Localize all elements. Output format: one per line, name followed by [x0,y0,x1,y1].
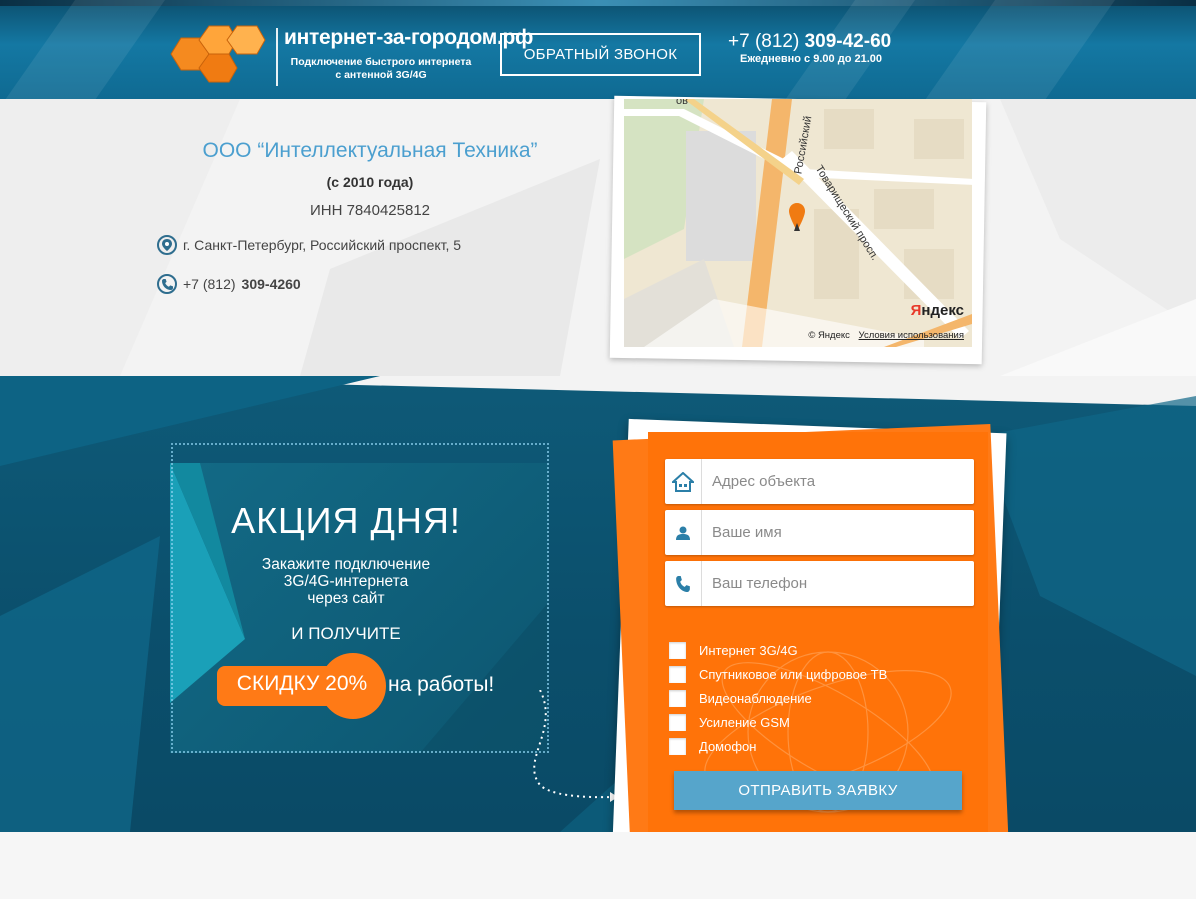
hours-from-word: с [804,53,811,65]
address-input[interactable] [702,459,974,504]
logo-separator [276,28,278,86]
working-hours: Ежедневно с 9.00 до 21.00 [740,53,882,65]
user-icon [665,510,702,555]
phone-prefix: +7 (812) [728,31,800,52]
service-option-intercom[interactable]: Домофон [669,734,887,758]
services-checklist: Интернет 3G/4G Спутниковое или цифровое … [669,638,887,758]
yandex-logo-rest: ндекс [921,302,964,319]
hours-from: 9.00 [813,53,835,65]
address-field[interactable] [665,459,974,504]
checkbox[interactable] [669,713,686,731]
map-street-label: ов [676,99,688,107]
contact-section: ООО “Интеллектуальная Техника” (с 2010 г… [0,99,1196,376]
service-option-label: Спутниковое или цифровое ТВ [699,666,888,682]
phone-icon [157,274,177,294]
hours-to: 21.00 [854,53,883,65]
promo-line-2: 3G/4G-интернета [283,573,409,590]
promo-title: АКЦИЯ ДНЯ! [231,500,461,541]
hours-prefix: Ежедневно [740,53,801,65]
checkbox[interactable] [669,665,686,683]
service-option-cctv[interactable]: Видеонаблюдение [669,686,887,710]
company-since: (с 2010 года) [326,174,414,190]
phone-field[interactable] [665,561,974,606]
callback-button[interactable]: ОБРАТНЫЙ ЗВОНОК [500,33,701,76]
page-bottom [0,832,1196,899]
map-credit: © Яндекс Условия использования [808,330,964,341]
promo-description: Закажите подключение 3G/4G-интернета чер… [168,556,524,607]
map-copyright: © Яндекс [808,330,850,341]
header-phone[interactable]: +7 (812) 309-42-60 [728,31,891,53]
map-terms-link[interactable]: Условия использования [859,330,964,341]
site-name[interactable]: интернет-за-городом.рф [284,26,533,50]
checkbox[interactable] [669,737,686,755]
location-pin-icon [157,235,177,255]
house-icon [665,459,702,504]
checkbox[interactable] [669,641,686,659]
promo-line-1: Закажите подключение [261,556,431,573]
yandex-logo-first-letter: Я [910,302,922,319]
promo-line-3: через сайт [307,590,385,607]
phone-number: 309-42-60 [804,31,892,52]
tagline-line-2: с антенной 3G/4G [335,69,427,81]
header-decor [0,0,180,99]
discount-text: СКИДКУ 20% [236,672,368,695]
submit-request-button[interactable]: ОТПРАВИТЬ ЗАЯВКУ [674,771,962,810]
service-option-label: Видеонаблюдение [699,690,812,706]
yandex-logo: Яндекс [911,302,964,319]
discount-tail-text: на работы! [388,673,495,696]
service-option-label: Усиление GSM [699,714,790,730]
name-field[interactable] [665,510,974,555]
hours-to-word: до [837,53,852,65]
phone-handset-icon [665,561,702,606]
service-option-internet[interactable]: Интернет 3G/4G [669,638,887,662]
site-tagline: Подключение быстрого интернета с антенно… [284,56,478,82]
contact-phone-number: 309-4260 [241,276,301,292]
yandex-map[interactable]: Российский Товарищеский просп. ов Яндекс… [624,99,972,347]
company-phone[interactable]: +7 (812) 309-4260 [157,274,301,294]
service-option-label: Домофон [699,738,757,754]
service-option-tv[interactable]: Спутниковое или цифровое ТВ [669,662,887,686]
name-input[interactable] [702,510,974,555]
contact-phone-prefix: +7 (812) [183,276,236,292]
service-option-label: Интернет 3G/4G [699,642,798,658]
checkbox[interactable] [669,689,686,707]
company-address: г. Санкт-Петербург, Российский проспект,… [157,235,461,255]
logo-hexagons-icon[interactable] [163,24,271,84]
address-text: г. Санкт-Петербург, Российский проспект,… [183,237,462,253]
company-inn: ИНН 7840425812 [309,202,431,219]
map-marker-icon[interactable] [788,203,806,231]
promo-get-label: И ПОЛУЧИТЕ [291,624,401,643]
tagline-line-1: Подключение быстрого интернета [290,56,472,68]
site-header: интернет-за-городом.рф Подключение быстр… [0,0,1196,99]
phone-input[interactable] [702,561,974,606]
service-option-gsm[interactable]: Усиление GSM [669,710,887,734]
company-name: ООО “Интеллектуальная Техника” [202,139,538,162]
header-decor [910,0,1130,99]
